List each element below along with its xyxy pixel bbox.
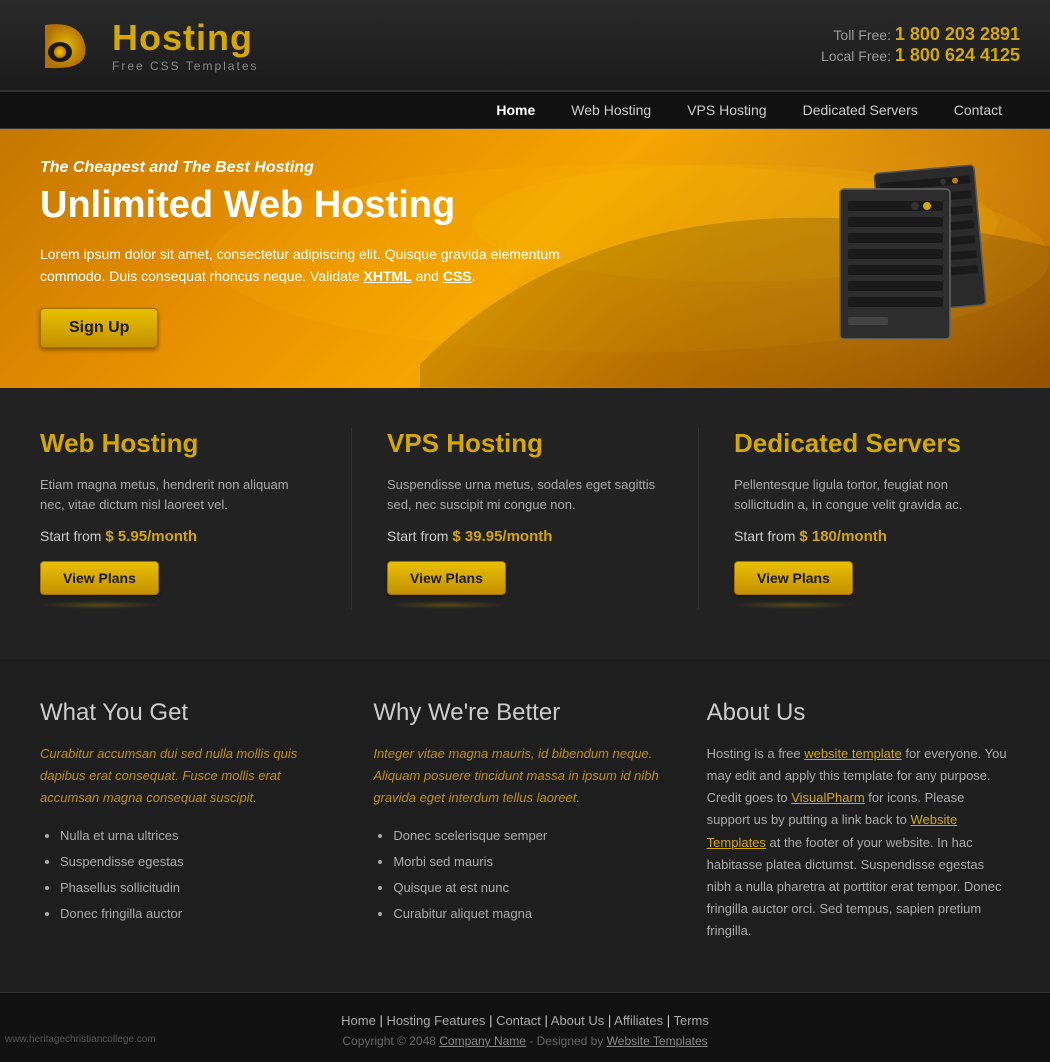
view-plans-btn-0[interactable]: View Plans	[40, 561, 159, 595]
view-plans-btn-2[interactable]: View Plans	[734, 561, 853, 595]
feature-desc-1: Suspendisse urna metus, sodales eget sag…	[387, 475, 663, 517]
css-link[interactable]: CSS	[443, 268, 472, 284]
website-template-link[interactable]: website template	[804, 746, 902, 761]
col-divider-1	[351, 428, 352, 610]
btn-shadow-1	[387, 601, 507, 609]
logo-text-area: Hosting Free CSS Templates	[112, 17, 259, 73]
feature-dedicated: Dedicated Servers Pellentesque ligula to…	[724, 428, 1020, 610]
info-section: What You Get Curabitur accumsan dui sed …	[0, 659, 1050, 992]
footer-sep: |	[489, 1013, 496, 1028]
footer-copyright: Copyright © 2048 Company Name - Designed…	[30, 1034, 1020, 1048]
logo-area: Hosting Free CSS Templates	[30, 10, 259, 80]
list-item: Curabitur aliquet magna	[393, 901, 676, 927]
feature-vps-hosting: VPS Hosting Suspendisse urna metus, soda…	[377, 428, 673, 610]
price-value-0: $ 5.95/month	[105, 528, 197, 545]
contact-info: Toll Free: 1 800 203 2891 Local Free: 1 …	[821, 24, 1020, 66]
list-item: Phasellus sollicitudin	[60, 875, 343, 901]
hero-tagline: The Cheapest and The Best Hosting	[40, 159, 574, 177]
btn-shadow-0	[40, 601, 160, 609]
info-body-0: Curabitur accumsan dui sed nulla mollis …	[40, 743, 343, 809]
localfree-number: 1 800 624 4125	[895, 45, 1020, 65]
footer-link-hosting-features[interactable]: Hosting Features	[386, 1013, 485, 1028]
feature-desc-0: Etiam magna metus, hendrerit non aliquam…	[40, 475, 316, 517]
signup-button[interactable]: Sign Up	[40, 308, 158, 348]
info-title-1: Why We're Better	[373, 699, 676, 727]
feature-title-0: Web Hosting	[40, 428, 316, 459]
hero-title: Unlimited Web Hosting	[40, 185, 574, 227]
website-templates-footer-link[interactable]: Website Templates	[607, 1034, 708, 1048]
list-item: Suspendisse egestas	[60, 849, 343, 875]
price-value-1: $ 39.95/month	[452, 528, 552, 545]
hero-banner: The Cheapest and The Best Hosting Unlimi…	[0, 129, 1050, 388]
info-body-2: Hosting is a free website template for e…	[707, 743, 1010, 942]
nav-vps-hosting[interactable]: VPS Hosting	[669, 92, 784, 128]
list-item: Donec fringilla auctor	[60, 901, 343, 927]
info-title-2: About Us	[707, 699, 1010, 727]
feature-web-hosting: Web Hosting Etiam magna metus, hendrerit…	[30, 428, 326, 610]
localfree-line: Local Free: 1 800 624 4125	[821, 45, 1020, 66]
list-item: Quisque at est nunc	[393, 875, 676, 901]
watermark: www.heritagechristiancollege.com	[5, 1034, 156, 1045]
logo-subtitle: Free CSS Templates	[112, 59, 259, 73]
footer-link-contact[interactable]: Contact	[496, 1013, 541, 1028]
designed-by: - Designed by	[529, 1034, 606, 1048]
list-item: Donec scelerisque semper	[393, 823, 676, 849]
hero-servers	[800, 139, 1020, 339]
footer-link-affiliates[interactable]: Affiliates	[614, 1013, 663, 1028]
nav-home[interactable]: Home	[478, 92, 553, 128]
header: Hosting Free CSS Templates Toll Free: 1 …	[0, 0, 1050, 92]
list-item: Nulla et urna ultrices	[60, 823, 343, 849]
nav: Home Web Hosting VPS Hosting Dedicated S…	[0, 92, 1050, 129]
hero-period: .	[472, 268, 476, 284]
info-about-us: About Us Hosting is a free website templ…	[707, 699, 1010, 942]
info-why-better: Why We're Better Integer vitae magna mau…	[373, 699, 676, 942]
nav-contact[interactable]: Contact	[936, 92, 1020, 128]
logo-icon	[30, 10, 100, 80]
website-templates-link[interactable]: Website Templates	[707, 812, 958, 849]
feature-title-2: Dedicated Servers	[734, 428, 1010, 459]
view-plans-btn-1[interactable]: View Plans	[387, 561, 506, 595]
localfree-label: Local Free:	[821, 48, 891, 64]
footer-link-terms[interactable]: Terms	[673, 1013, 708, 1028]
visualpharm-link[interactable]: VisualPharm	[791, 790, 864, 805]
feature-title-1: VPS Hosting	[387, 428, 663, 459]
hero-and: and	[412, 268, 443, 284]
feature-desc-2: Pellentesque ligula tortor, feugiat non …	[734, 475, 1010, 517]
logo-title: Hosting	[112, 17, 259, 59]
company-link[interactable]: Company Name	[439, 1034, 526, 1048]
info-what-you-get: What You Get Curabitur accumsan dui sed …	[40, 699, 343, 942]
col-divider-2	[698, 428, 699, 610]
btn-shadow-2	[734, 601, 854, 609]
footer-link-home[interactable]: Home	[341, 1013, 376, 1028]
info-body-1: Integer vitae magna mauris, id bibendum …	[373, 743, 676, 809]
tollfree-line: Toll Free: 1 800 203 2891	[821, 24, 1020, 45]
feature-price-2: Start from $ 180/month	[734, 528, 1010, 545]
price-value-2: $ 180/month	[799, 528, 887, 545]
hero-description: Lorem ipsum dolor sit amet, consectetur …	[40, 243, 574, 288]
feature-price-0: Start from $ 5.95/month	[40, 528, 316, 545]
xhtml-link[interactable]: XHTML	[364, 268, 412, 284]
list-item: Morbi sed mauris	[393, 849, 676, 875]
hero-desc-text: Lorem ipsum dolor sit amet, consectetur …	[40, 246, 560, 284]
info-list-0: Nulla et urna ultrices Suspendisse egest…	[40, 823, 343, 927]
tollfree-number: 1 800 203 2891	[895, 24, 1020, 44]
nav-dedicated-servers[interactable]: Dedicated Servers	[785, 92, 936, 128]
hero-content: The Cheapest and The Best Hosting Unlimi…	[40, 159, 574, 348]
footer-link-about[interactable]: About Us	[551, 1013, 604, 1028]
features-section: Web Hosting Etiam magna metus, hendrerit…	[0, 388, 1050, 660]
info-title-0: What You Get	[40, 699, 343, 727]
nav-web-hosting[interactable]: Web Hosting	[553, 92, 669, 128]
footer-links: Home | Hosting Features | Contact | Abou…	[30, 1013, 1020, 1028]
footer: Home | Hosting Features | Contact | Abou…	[0, 992, 1050, 1062]
tollfree-label: Toll Free:	[833, 27, 891, 43]
copyright-text: Copyright © 2048	[342, 1034, 436, 1048]
info-list-1: Donec scelerisque semper Morbi sed mauri…	[373, 823, 676, 927]
feature-price-1: Start from $ 39.95/month	[387, 528, 663, 545]
